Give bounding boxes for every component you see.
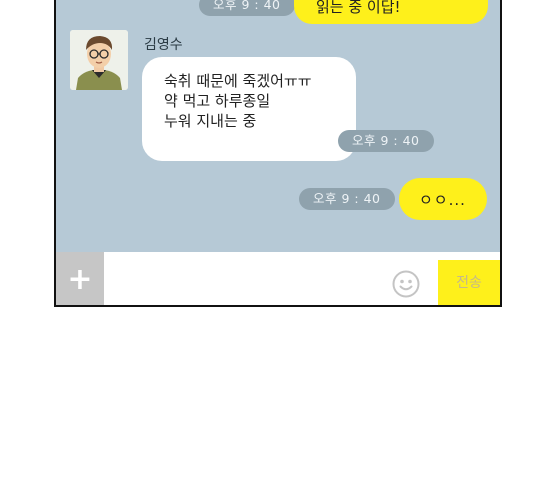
- outgoing-message-bubble[interactable]: ㅇㅇ...: [399, 178, 487, 220]
- profile-picture-icon: [70, 30, 128, 90]
- incoming-message-bubble[interactable]: 숙취 때문에 죽겠어ㅠㅠ 약 먹고 하루종일 누워 지내는 중: [142, 57, 356, 161]
- message-time: 오후 9 : 40: [299, 188, 395, 210]
- avatar[interactable]: [70, 30, 128, 90]
- sender-name: 김영수: [144, 37, 183, 53]
- message-input-bar: + 전송: [56, 252, 500, 305]
- message-time: 오후 9 : 40: [199, 0, 295, 16]
- message-line: 숙취 때문에 죽겠어ㅠㅠ: [164, 72, 312, 90]
- message-input[interactable]: [104, 252, 374, 305]
- add-attachment-button[interactable]: +: [56, 252, 104, 305]
- message-text: 숙취 때문에 죽겠어ㅠㅠ 약 먹고 하루종일 누워 지내는 중: [164, 71, 312, 131]
- message-line: 누워 지내는 중: [164, 112, 257, 130]
- outgoing-message-bubble[interactable]: 읽는 중 이답!: [294, 0, 488, 24]
- message-text: ㅇㅇ...: [419, 191, 466, 209]
- chat-window: 오후 9 : 40 읽는 중 이답! 김영수 숙취 때문에 죽겠어ㅠㅠ 약 먹고…: [54, 0, 502, 307]
- send-button[interactable]: 전송: [438, 260, 500, 305]
- message-text: 읽는 중 이답!: [316, 0, 401, 16]
- message-time: 오후 9 : 40: [338, 130, 434, 152]
- smiley-icon[interactable]: [392, 270, 420, 298]
- message-line: 약 먹고 하루종일: [164, 92, 271, 110]
